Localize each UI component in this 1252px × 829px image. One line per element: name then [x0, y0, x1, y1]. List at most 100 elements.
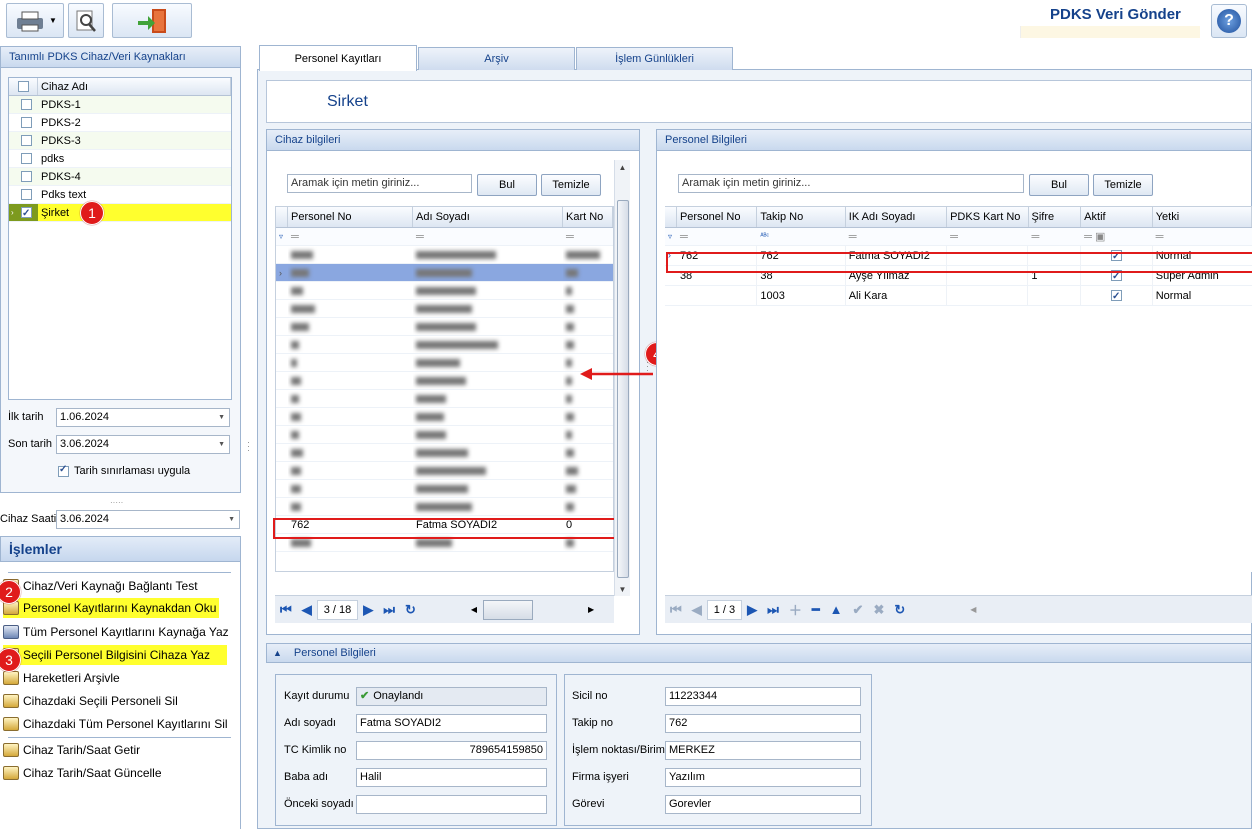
device-checkbox[interactable] [21, 205, 32, 221]
device-name: PDKS-2 [41, 117, 81, 129]
scroll-thumb[interactable] [617, 200, 629, 578]
device-data-row[interactable] [276, 354, 613, 372]
device-checkbox[interactable] [21, 117, 32, 128]
vertical-splitter[interactable]: · · · [247, 438, 250, 455]
device-list-item[interactable]: PDKS-4 [9, 168, 231, 186]
device-list-item[interactable]: Pdks text [9, 186, 231, 204]
h-scroll-right-icon[interactable]: ▶ [588, 605, 594, 614]
prev-page-icon[interactable]: ◀ [692, 602, 702, 618]
device-data-row[interactable] [276, 300, 613, 318]
op-write-selected[interactable]: Seçili Personel Bilgisini Cihaza Yaz [3, 645, 227, 665]
start-date-input[interactable]: 1.06.2024 ▼ [56, 408, 230, 427]
help-button[interactable]: ? [1211, 4, 1247, 38]
next-page-icon[interactable]: ▶ [363, 602, 373, 618]
tab-archive[interactable]: Arşiv [418, 47, 575, 70]
device-checkbox[interactable] [21, 135, 32, 146]
first-page-icon[interactable]: ⏮ [670, 602, 682, 618]
device-data-row[interactable] [276, 390, 613, 408]
duty-field[interactable]: Gorevler [665, 795, 861, 814]
staff-clear-button[interactable]: Temizle [1093, 174, 1153, 196]
op-delete-all[interactable]: Cihazdaki Tüm Personel Kayıtlarını Sil [3, 714, 228, 734]
sicil-field[interactable]: 11223344 [665, 687, 861, 706]
dropdown-arrow-icon[interactable]: ▼ [218, 436, 225, 453]
end-date-input[interactable]: 3.06.2024 ▼ [56, 435, 230, 454]
print-button[interactable]: ▼ [6, 3, 64, 38]
op-archive[interactable]: Hareketleri Arşivle [3, 668, 120, 688]
h-scroll-thumb[interactable] [483, 599, 533, 620]
device-data-row[interactable] [276, 444, 613, 462]
device-list-item[interactable]: › Şirket [9, 204, 231, 222]
refresh-icon[interactable]: ↻ [405, 602, 416, 618]
track-field[interactable]: 762 [665, 714, 861, 733]
tc-field[interactable]: 789654159850 [356, 741, 547, 760]
scroll-up-icon[interactable]: ▲ [615, 163, 630, 172]
device-data-row[interactable] [276, 318, 613, 336]
edit-record-icon[interactable]: ▲ [830, 602, 843, 617]
delete-record-icon[interactable]: ━ [812, 602, 820, 618]
device-list-item[interactable]: PDKS-1 [9, 96, 231, 114]
tc-label: TC Kimlik no [284, 744, 347, 756]
device-checkbox[interactable] [21, 99, 32, 110]
add-record-icon[interactable]: ＋ [789, 600, 802, 619]
date-limit-checkbox[interactable] [58, 464, 69, 477]
dropdown-arrow-icon[interactable]: ▼ [228, 511, 235, 528]
staff-filter-row[interactable]: ▿ ═ ᴬᴮᶜ ═ ═ ═ ═ ▣ ═ [665, 228, 1252, 246]
device-list-item[interactable]: PDKS-3 [9, 132, 231, 150]
unit-field[interactable]: MERKEZ [665, 741, 861, 760]
next-page-icon[interactable]: ▶ [747, 602, 757, 618]
prev-page-icon[interactable]: ◀ [302, 602, 312, 618]
device-data-row[interactable] [276, 498, 613, 516]
device-data-row[interactable] [276, 282, 613, 300]
staff-row[interactable]: 1003Ali Kara Normal [665, 286, 1252, 306]
device-data-row[interactable] [276, 408, 613, 426]
op-delete-selected[interactable]: Cihazdaki Seçili Personeli Sil [3, 691, 178, 711]
exit-button[interactable] [112, 3, 192, 38]
dropdown-arrow-icon[interactable]: ▼ [218, 409, 225, 426]
tab-logs[interactable]: İşlem Günlükleri [576, 47, 733, 70]
father-field[interactable]: Halil [356, 768, 547, 787]
device-data-row[interactable] [276, 426, 613, 444]
scroll-down-icon[interactable]: ▼ [615, 585, 630, 594]
device-find-button[interactable]: Bul [477, 174, 537, 196]
device-data-row[interactable] [276, 372, 613, 390]
staff-find-button[interactable]: Bul [1029, 174, 1089, 196]
device-filter-row[interactable]: ▿ ═ ═ ═ [276, 228, 613, 246]
device-data-row[interactable] [276, 462, 613, 480]
tab-personnel[interactable]: Personel Kayıtları [259, 45, 417, 71]
h-scroll-left-icon[interactable]: ◀ [970, 605, 976, 614]
collapse-icon[interactable]: ▲ [273, 648, 282, 658]
select-all-checkbox[interactable] [17, 81, 29, 92]
device-list-item[interactable]: pdks [9, 150, 231, 168]
device-data-row[interactable]: › [276, 264, 613, 282]
h-scroll-left-icon[interactable]: ◀ [471, 605, 477, 614]
name-field[interactable]: Fatma SOYADI2 [356, 714, 547, 733]
staff-search-input[interactable]: Aramak için metin giriniz... [678, 174, 1024, 193]
op-connection-test[interactable]: Cihaz/Veri Kaynağı Bağlantı Test [3, 576, 198, 596]
firm-field[interactable]: Yazılım [665, 768, 861, 787]
last-page-icon[interactable]: ⏭ [383, 602, 395, 618]
splitter-grip[interactable]: ····· [110, 498, 123, 507]
device-checkbox[interactable] [21, 153, 32, 164]
active-checkbox[interactable] [1111, 288, 1123, 305]
col-password: Şifre [1029, 207, 1082, 227]
device-list-item[interactable]: PDKS-2 [9, 114, 231, 132]
device-data-row[interactable] [276, 336, 613, 354]
refresh-icon[interactable]: ↻ [894, 602, 905, 618]
device-checkbox[interactable] [21, 189, 32, 200]
op-read-records[interactable]: Personel Kayıtlarını Kaynakdan Oku [3, 598, 219, 618]
first-page-icon[interactable]: ⏮ [280, 602, 292, 618]
device-checkbox[interactable] [21, 171, 32, 182]
device-clear-button[interactable]: Temizle [541, 174, 601, 196]
preview-button[interactable] [68, 3, 104, 38]
device-search-input[interactable]: Aramak için metin giriniz... [287, 174, 472, 193]
op-get-datetime[interactable]: Cihaz Tarih/Saat Getir [3, 740, 140, 760]
op-write-all[interactable]: Tüm Personel Kayıtlarını Kaynağa Yaz [3, 622, 229, 642]
last-page-icon[interactable]: ⏭ [767, 602, 779, 618]
device-data-row[interactable] [276, 480, 613, 498]
clock-input[interactable]: 3.06.2024 ▼ [56, 510, 240, 529]
cancel-edit-icon[interactable]: ✖ [873, 602, 884, 618]
op-set-datetime[interactable]: Cihaz Tarih/Saat Güncelle [3, 763, 162, 783]
save-record-icon[interactable]: ✔ [853, 602, 864, 618]
prev-surname-field[interactable] [356, 795, 547, 814]
device-data-row[interactable] [276, 246, 613, 264]
